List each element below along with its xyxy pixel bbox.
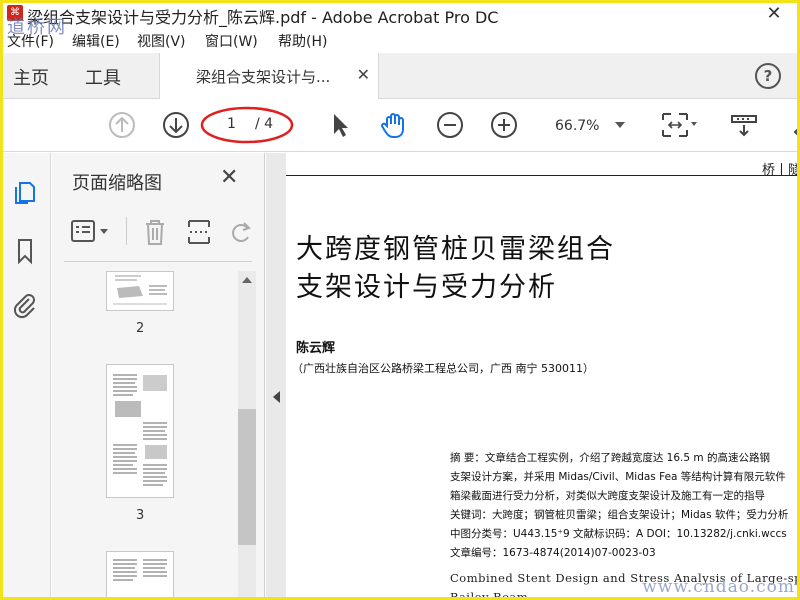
left-navigation-rail (3, 153, 51, 597)
document-view[interactable]: 桥丨隧 大跨度钢管桩贝雷梁组合 支架设计与受力分析 陈云辉 （广西壮族自治区公路… (286, 153, 797, 597)
page-thumbnails-icon[interactable] (11, 177, 39, 205)
toolbar: 1 / 4 66.7% (3, 100, 797, 152)
hand-tool-icon[interactable] (379, 110, 409, 140)
collapse-panel-arrow-icon[interactable] (273, 391, 280, 403)
abstract-block: 摘 要：文章结合工程实例，介绍了跨越宽度达 16.5 m 的高速公路钢 支架设计… (450, 449, 797, 563)
panel-toolbar (68, 215, 258, 249)
paper-author: 陈云辉 (296, 341, 336, 356)
window-title: 梁组合支架设计与受力分析_陈云辉.pdf - Adobe Acrobat Pro… (27, 8, 499, 27)
tabs-bar: 主页 工具 梁组合支架设计与... ✕ ? (3, 53, 797, 99)
document-tab[interactable]: 梁组合支架设计与... ✕ (159, 53, 379, 99)
thumbnail-page-2[interactable] (106, 271, 174, 311)
menu-help[interactable]: 帮助(H) (278, 31, 327, 51)
scroll-up-arrow-icon[interactable] (242, 277, 252, 283)
thumbnail-page-4-preview (113, 559, 167, 581)
thumbnail-page-2-preview (113, 275, 167, 305)
panel-collapse-handle[interactable] (266, 153, 286, 597)
comment-tool-icon[interactable] (783, 110, 800, 140)
select-arrow-icon[interactable] (325, 110, 355, 140)
window-close-button[interactable]: ✕ (759, 3, 789, 25)
menu-window[interactable]: 窗口(W) (205, 31, 258, 51)
page-thumbnails-panel: 页面缩略图 ✕ 2 3 (52, 153, 265, 597)
app-window: ⌘ 梁组合支架设计与受力分析_陈云辉.pdf - Adobe Acrobat P… (0, 0, 800, 600)
menu-bar: 文件(F) 编辑(E) 视图(V) 窗口(W) 帮助(H) (3, 29, 797, 51)
menu-file[interactable]: 文件(F) (7, 31, 54, 51)
abstract-line: 箱梁截面进行受力分析，对类似大跨度支架设计及施工有一定的指导 (450, 490, 765, 502)
author-affiliation: （广西壮族自治区公路桥梁工程总公司，广西 南宁 530011） (292, 362, 594, 375)
home-tab[interactable]: 主页 (13, 64, 49, 90)
paper-title-line-2: 支架设计与受力分析 (296, 272, 557, 303)
bookmark-icon[interactable] (11, 237, 39, 265)
thumbnail-page-number: 3 (136, 508, 145, 523)
paper-title: 大跨度钢管桩贝雷梁组合 支架设计与受力分析 (296, 231, 615, 307)
read-mode-icon[interactable] (729, 110, 759, 140)
tools-tab[interactable]: 工具 (85, 64, 121, 90)
header-rule (286, 175, 797, 176)
zoom-dropdown-caret-icon[interactable] (615, 122, 625, 128)
keywords-line: 关键词：大跨度；钢管桩贝雷梁；组合支架设计；Midas 软件；受力分析 (450, 509, 789, 521)
page-number-box[interactable]: 1 / 4 (200, 106, 294, 144)
next-page-icon[interactable] (161, 110, 191, 140)
classification-line: 中图分类号：U443.15⁺9 文献标识码：A DOI：10.13282/j.c… (450, 528, 787, 540)
paper-title-line-1: 大跨度钢管桩贝雷梁组合 (296, 234, 615, 265)
zoom-out-icon[interactable] (435, 110, 465, 140)
thumbnail-page-number: 2 (136, 321, 145, 336)
site-watermark-bottom: www.cndao.com (642, 577, 795, 597)
thumbnail-options-icon[interactable] (70, 219, 114, 245)
title-bar: ⌘ 梁组合支架设计与受力分析_陈云辉.pdf - Adobe Acrobat P… (3, 3, 797, 38)
menu-edit[interactable]: 编辑(E) (72, 31, 120, 51)
article-number-line: 文章编号：1673-4874(2014)07-0023-03 (450, 547, 656, 559)
document-tab-close-button[interactable]: ✕ (357, 65, 370, 84)
thumbnail-page-4[interactable] (106, 551, 174, 597)
panel-close-button[interactable]: ✕ (220, 165, 238, 190)
zoom-level-select[interactable]: 66.7% (555, 118, 599, 134)
insert-page-icon[interactable] (184, 217, 214, 247)
abstract-line: 支架设计方案，并采用 Midas/Civil、Midas Fea 等结构计算有限… (450, 471, 786, 483)
fit-page-icon[interactable] (659, 110, 699, 140)
thumbnail-page-3-preview (113, 374, 167, 486)
panel-divider (64, 261, 252, 262)
delete-page-icon[interactable] (140, 217, 170, 247)
thumbnail-scrollbar-thumb[interactable] (238, 409, 256, 545)
abstract-line: 摘 要：文章结合工程实例，介绍了跨越宽度达 16.5 m 的高速公路钢 (450, 452, 770, 464)
thumbnail-page-3[interactable] (106, 364, 174, 498)
attachment-paperclip-icon[interactable] (11, 291, 39, 319)
rotate-page-icon[interactable] (226, 217, 256, 247)
help-icon[interactable]: ? (755, 63, 781, 89)
red-annotation-ellipse (200, 106, 294, 144)
menu-view[interactable]: 视图(V) (137, 31, 186, 51)
zoom-in-icon[interactable] (489, 110, 519, 140)
previous-page-icon[interactable] (107, 110, 137, 140)
toolbar-divider (126, 217, 127, 245)
panel-title: 页面缩略图 (72, 173, 162, 194)
document-tab-label: 梁组合支架设计与... (196, 68, 331, 86)
